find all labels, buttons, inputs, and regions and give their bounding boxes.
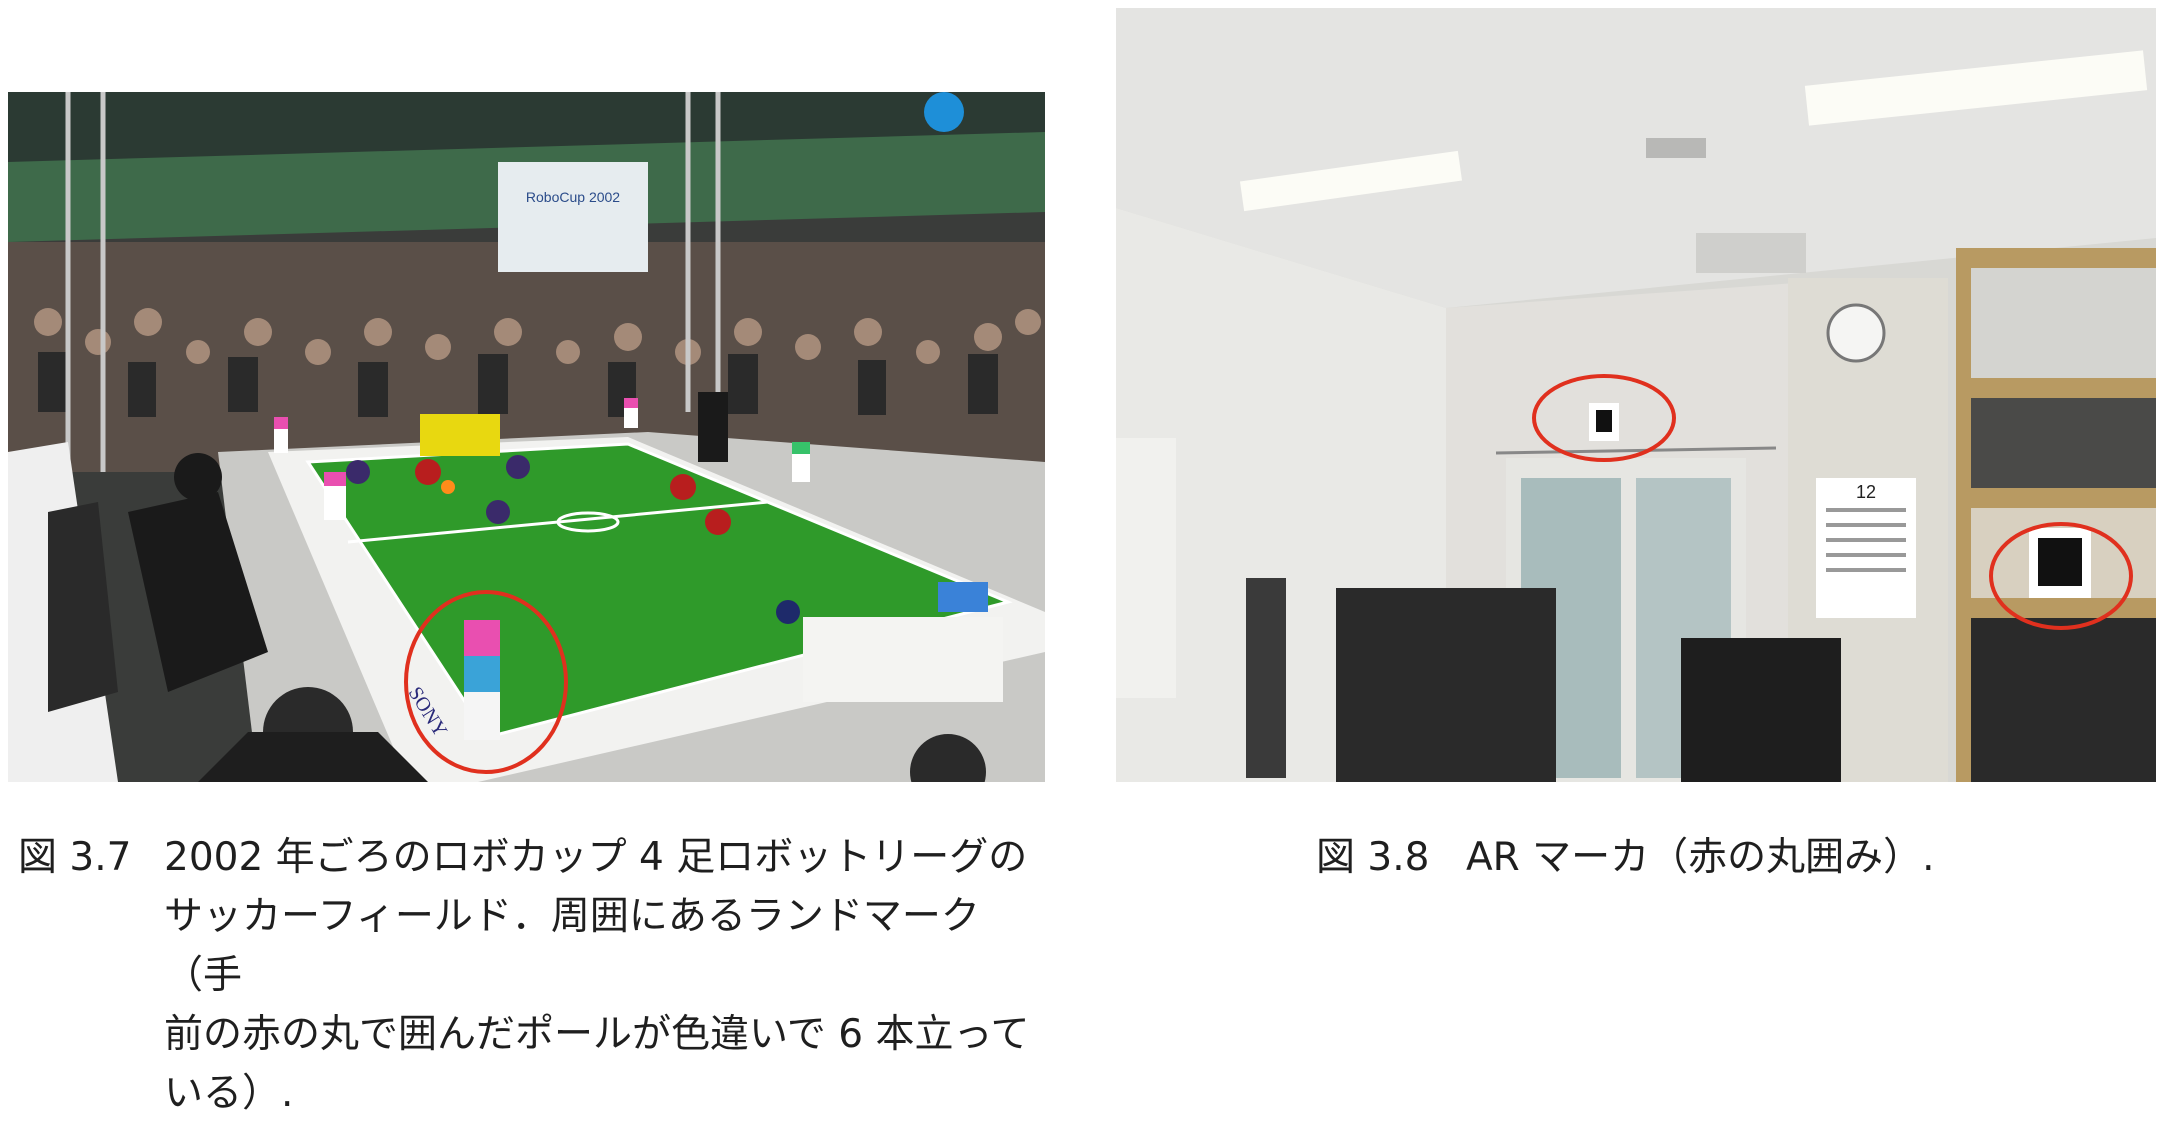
figure-3-8-caption: 図 3.8 AR マーカ（赤の丸囲み）. — [1316, 828, 2136, 898]
figure-3-7-caption: 図 3.7 2002 年ごろのロボカップ 4 足ロボットリーグの サッカーフィー… — [18, 828, 1058, 1116]
figure-3-7-number: 図 3.7 — [18, 835, 132, 880]
figure-3-8-number: 図 3.8 — [1316, 835, 1430, 880]
figure-3-8: 12 図 3.8 AR マーカ（赤の丸囲み）. — [1100, 0, 2160, 1062]
ar-marker-room-photo: 12 — [1116, 8, 2156, 782]
figure-3-7-caption-text: 2002 年ごろのロボカップ 4 足ロボットリーグの サッカーフィールド．周囲に… — [164, 835, 1030, 1116]
figure-3-8-caption-text: AR マーカ（赤の丸囲み）. — [1466, 835, 1935, 880]
robocup-banner-text: RoboCup 2002 — [526, 189, 620, 205]
calendar-month: 12 — [1856, 482, 1876, 502]
robocup-field-photo: RoboCup 2002 SONY — [8, 92, 1045, 782]
figure-3-7: RoboCup 2002 SONY 図 3.7 2002 年ごろのロボカップ 4… — [0, 0, 1060, 1116]
